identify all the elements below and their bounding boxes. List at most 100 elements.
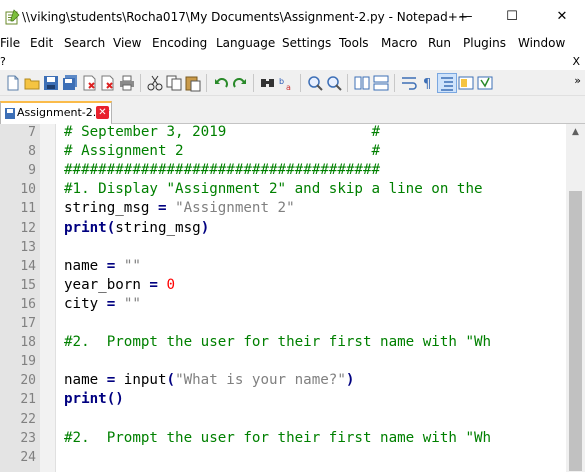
toolbar-overflow-button[interactable]: »: [574, 74, 581, 87]
code-line[interactable]: # September 3, 2019 #: [64, 124, 380, 140]
code-token: print: [64, 219, 107, 236]
tab-bar: Assignment-2.py ✕: [0, 96, 585, 124]
code-line[interactable]: year_born = 0: [64, 277, 175, 293]
menu-edit[interactable]: Edit: [30, 36, 53, 50]
code-token: # September 3, 2019 #: [64, 124, 381, 140]
line-number: 18: [20, 335, 36, 351]
code-line[interactable]: print(): [64, 391, 124, 407]
code-token: =: [106, 295, 116, 312]
code-line[interactable]: city = "": [64, 296, 141, 312]
code-line[interactable]: name = "": [64, 258, 141, 274]
toolbar-separator: [347, 74, 348, 92]
tab-close-button[interactable]: ✕: [96, 106, 109, 119]
zoom-in-icon[interactable]: [306, 74, 324, 92]
code-line[interactable]: #1. Display "Assignment 2" and skip a li…: [64, 181, 483, 197]
close-document-button[interactable]: X: [572, 55, 580, 68]
code-token: #2. Prompt the user for their first name…: [64, 429, 492, 446]
scrollbar-thumb[interactable]: [569, 191, 582, 471]
doc-map-icon[interactable]: [457, 74, 475, 92]
menu-help[interactable]: ?: [0, 55, 6, 68]
line-number-gutter: 7 8 9 10 11 12 13 14 15 16 17 18 19 20 21 22 23 24: [0, 124, 40, 472]
replace-icon[interactable]: ba: [278, 74, 296, 92]
zoom-out-icon[interactable]: [325, 74, 343, 92]
code-line[interactable]: #####################################: [64, 162, 380, 178]
redo-icon[interactable]: [231, 74, 249, 92]
save-all-icon[interactable]: [61, 74, 79, 92]
menu-view[interactable]: View: [113, 36, 141, 50]
line-number: 23: [20, 430, 36, 446]
code-token: "": [123, 295, 141, 312]
code-token: =: [106, 257, 116, 274]
line-number: 7: [28, 125, 36, 140]
line-number: 22: [20, 411, 36, 427]
code-token: input: [115, 372, 167, 389]
minimize-button[interactable]: —: [443, 0, 489, 34]
code-line[interactable]: #2. Prompt the user for their first name…: [64, 430, 491, 446]
sync-h-icon[interactable]: [372, 74, 390, 92]
svg-text:b: b: [279, 77, 284, 86]
undo-icon[interactable]: [212, 74, 230, 92]
paste-icon[interactable]: [184, 74, 202, 92]
toolbar-separator: [253, 74, 254, 92]
function-list-icon[interactable]: [476, 74, 494, 92]
show-all-chars-icon[interactable]: ¶: [419, 74, 437, 92]
code-line[interactable]: string_msg = "Assignment 2": [64, 200, 295, 216]
menu-plugins[interactable]: Plugins: [463, 36, 506, 50]
saved-file-icon: [5, 108, 15, 119]
line-number: 21: [20, 392, 36, 408]
menu-file[interactable]: File: [0, 36, 20, 50]
menu-run[interactable]: Run: [428, 36, 451, 50]
indent-guide-icon[interactable]: [437, 73, 457, 93]
window-title: \\viking\students\Rocha017\My Documents\…: [22, 10, 468, 24]
code-token: 0: [166, 276, 176, 293]
editor[interactable]: 7 8 9 10 11 12 13 14 15 16 17 18 19 20 21 22 23 24 # Sept…: [0, 124, 585, 472]
close-all-icon[interactable]: [99, 74, 117, 92]
word-wrap-icon[interactable]: [400, 74, 418, 92]
code-token: (: [106, 219, 116, 236]
line-number: 17: [20, 316, 36, 331]
cut-icon[interactable]: [146, 74, 164, 92]
code-line[interactable]: name = input("What is your name?"): [64, 372, 354, 388]
new-file-icon[interactable]: [4, 74, 22, 92]
code-line[interactable]: #2. Prompt the user for their first name…: [64, 334, 491, 350]
toolbar-separator: [206, 74, 207, 92]
code-token: city: [64, 295, 107, 312]
save-icon[interactable]: [42, 74, 60, 92]
open-file-icon[interactable]: [23, 74, 41, 92]
vertical-scrollbar[interactable]: ▲: [566, 124, 585, 472]
code-line[interactable]: print(string_msg): [64, 220, 209, 236]
code-token: =: [149, 276, 158, 293]
print-icon[interactable]: [118, 74, 136, 92]
copy-icon[interactable]: [165, 74, 183, 92]
menu-settings[interactable]: Settings: [282, 36, 331, 50]
find-icon[interactable]: [259, 74, 277, 92]
line-number: 13: [20, 239, 36, 255]
menu-language[interactable]: Language: [216, 36, 275, 50]
line-number: 19: [20, 354, 36, 370]
notepadpp-icon: [5, 9, 20, 25]
menu-search[interactable]: Search: [64, 36, 105, 50]
scroll-up-arrow-icon[interactable]: ▲: [566, 124, 585, 141]
code-token: (: [166, 372, 176, 389]
code-token: string_msg: [64, 200, 158, 217]
fold-margin[interactable]: [40, 124, 56, 472]
close-icon[interactable]: [80, 74, 98, 92]
code-token: "Assignment 2": [175, 200, 295, 217]
code-token: ): [200, 219, 210, 236]
menu-macro[interactable]: Macro: [381, 36, 417, 50]
menu-tools[interactable]: Tools: [339, 36, 369, 50]
code-token: "What is your name?": [175, 372, 346, 389]
sync-v-icon[interactable]: [353, 74, 371, 92]
code-token: =: [157, 200, 167, 217]
close-window-button[interactable]: ✕: [539, 0, 585, 34]
menu-window[interactable]: Window: [518, 36, 565, 50]
toolbar: ba ¶ »: [0, 70, 585, 96]
line-number: 8: [28, 144, 36, 160]
code-token: year_born: [64, 276, 150, 293]
code-line[interactable]: # Assignment 2 #: [64, 143, 380, 159]
tab-assignment-2[interactable]: Assignment-2.py ✕: [0, 101, 112, 124]
menu-encoding[interactable]: Encoding: [152, 36, 207, 50]
maximize-button[interactable]: ☐: [489, 0, 535, 34]
